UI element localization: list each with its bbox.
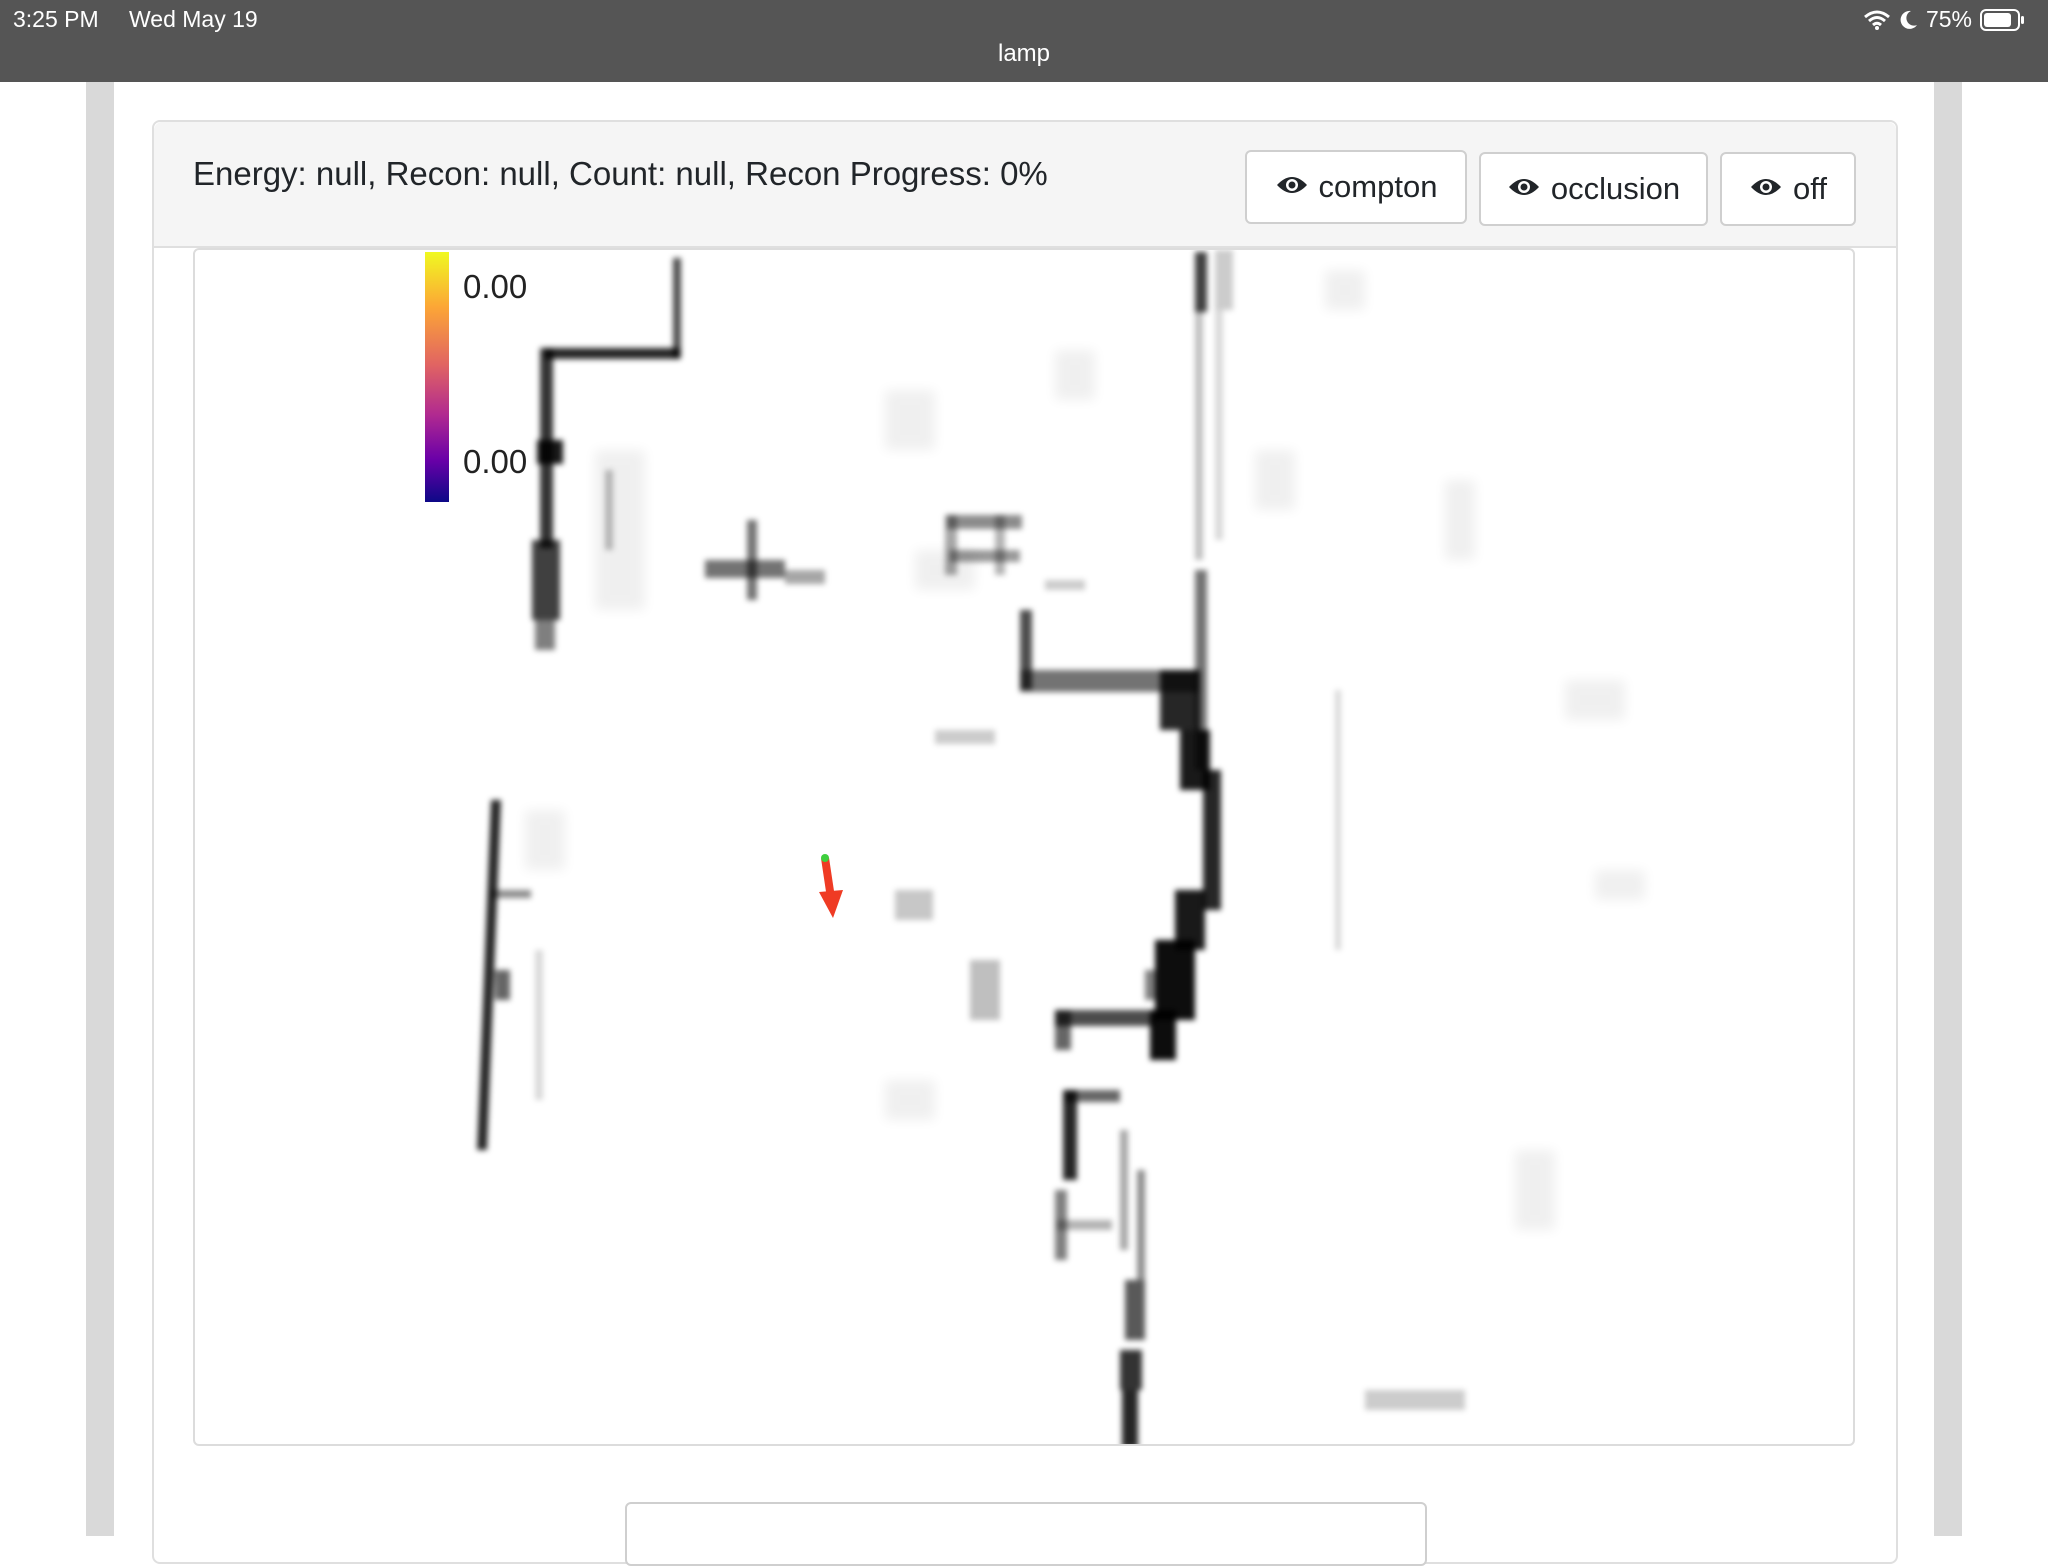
off-button[interactable]: off [1720, 152, 1856, 226]
window-title: lamp [997, 40, 1051, 67]
left-gutter [86, 82, 114, 1536]
eye-icon [1749, 171, 1783, 207]
battery-percent: 75% [1925, 6, 1972, 32]
card-header: Energy: null, Recon: null, Count: null, … [154, 122, 1896, 248]
eye-icon [1275, 169, 1309, 205]
right-scrollbar[interactable] [1934, 82, 1962, 1536]
colorbar [425, 252, 449, 502]
moon-icon [1898, 9, 1918, 31]
recon-status-text: Energy: null, Recon: null, Count: null, … [193, 155, 1048, 192]
occlusion-button-label: occlusion [1550, 171, 1681, 206]
map-noise [525, 270, 1645, 1230]
compton-button-label: compton [1318, 169, 1438, 204]
battery-icon [1980, 8, 2026, 32]
pose-arrow-icon [819, 854, 843, 918]
colorbar-max-label: 0.00 [463, 268, 528, 305]
map-view[interactable]: 0.00 0.00 [193, 248, 1855, 1446]
bottom-panel [625, 1502, 1427, 1566]
eye-icon [1507, 171, 1541, 207]
status-date: Wed May 19 [129, 6, 258, 32]
compton-button[interactable]: compton [1245, 150, 1467, 224]
map-furniture [705, 515, 1465, 1410]
off-button-label: off [1793, 171, 1827, 206]
wifi-icon [1863, 10, 1890, 30]
status-time: 3:25 PM [13, 6, 99, 32]
colorbar-min-label: 0.00 [463, 443, 528, 480]
status-indicators: 75% [1863, 6, 2026, 33]
map-walls-right [1020, 250, 1341, 1444]
occlusion-button[interactable]: occlusion [1479, 152, 1708, 226]
viewer-card: Energy: null, Recon: null, Count: null, … [152, 120, 1898, 1564]
status-bar: 3:25 PM Wed May 19 lamp 75% [0, 0, 2048, 82]
